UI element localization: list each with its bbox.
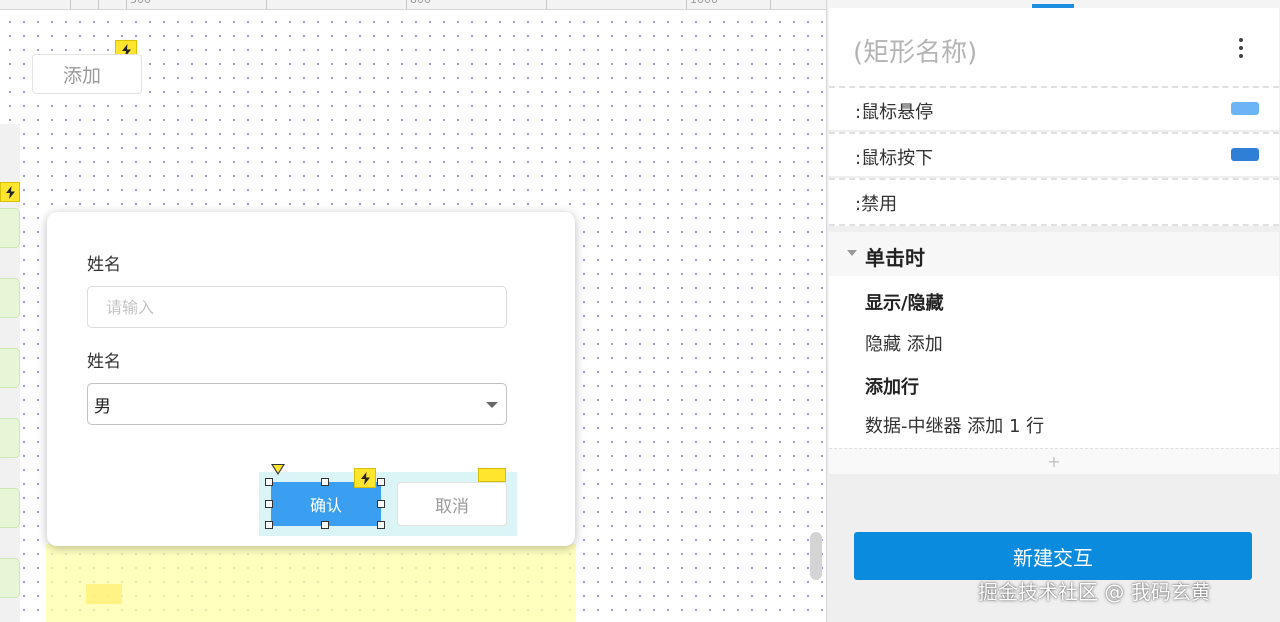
- plus-icon: +: [1047, 452, 1061, 471]
- more-options-icon[interactable]: [1239, 38, 1243, 62]
- repeater-row[interactable]: [0, 348, 20, 388]
- event-section: 单击时 显示/隐藏 隐藏 添加 添加行 数据-中继器 添加 1 行: [829, 232, 1279, 448]
- widget-name-row[interactable]: (矩形名称): [829, 8, 1279, 86]
- resize-handle[interactable]: [377, 521, 385, 529]
- resize-handle[interactable]: [265, 521, 273, 529]
- gender-select[interactable]: 男: [87, 383, 507, 425]
- name-label: 姓名: [87, 255, 121, 275]
- state-disabled[interactable]: :禁用: [829, 178, 1279, 226]
- design-canvas[interactable]: 300 800 1000 添加 姓名 姓名 男 确认 取消: [0, 0, 826, 622]
- resize-handle[interactable]: [321, 478, 329, 486]
- gender-label: 姓名: [87, 352, 121, 372]
- state-label: :鼠标按下: [855, 148, 934, 169]
- resize-handle[interactable]: [265, 500, 273, 508]
- state-pressed[interactable]: :鼠标按下: [829, 132, 1279, 176]
- collapse-triangle-icon[interactable]: [847, 250, 857, 256]
- panel-tabs[interactable]: [827, 0, 1280, 8]
- rotation-anchor-icon[interactable]: [271, 464, 285, 475]
- canvas-scrollbar[interactable]: [810, 532, 822, 580]
- ruler-label: 300: [130, 0, 151, 6]
- gender-select-value: 男: [94, 396, 111, 417]
- cancel-button[interactable]: 取消: [397, 482, 507, 526]
- form-dialog: 姓名 姓名 男 确认 取消: [47, 212, 575, 546]
- lightning-icon[interactable]: [0, 182, 20, 202]
- ruler-label: 1000: [690, 0, 718, 6]
- chevron-down-icon: [486, 402, 498, 408]
- widget-name[interactable]: (矩形名称): [853, 32, 977, 69]
- action-title[interactable]: 显示/隐藏: [865, 289, 944, 315]
- resize-handle[interactable]: [321, 521, 329, 529]
- state-label: :鼠标悬停: [855, 102, 934, 123]
- repeater-row[interactable]: [0, 558, 20, 598]
- resize-handle[interactable]: [377, 478, 385, 486]
- ruler-label: 800: [410, 0, 431, 6]
- confirm-button[interactable]: 确认: [271, 482, 381, 526]
- watermark: 掘金技术社区 @ 我码玄黄: [978, 580, 1211, 604]
- horizontal-ruler: 300 800 1000: [0, 0, 826, 10]
- event-title: 单击时: [865, 246, 925, 270]
- repeater-row[interactable]: [0, 418, 20, 458]
- repeater-row[interactable]: [0, 488, 20, 528]
- new-interaction-button[interactable]: 新建交互: [854, 532, 1252, 580]
- repeater-row[interactable]: [0, 278, 20, 318]
- action-title[interactable]: 添加行: [865, 373, 919, 399]
- state-color-swatch[interactable]: [1231, 102, 1259, 115]
- name-input-box[interactable]: [87, 286, 507, 328]
- interaction-panel: (矩形名称) :鼠标悬停 :鼠标按下 :禁用 单击时 显示/隐藏 隐藏 添加 添…: [826, 0, 1280, 622]
- resize-handle[interactable]: [265, 478, 273, 486]
- action-detail[interactable]: 数据-中继器 添加 1 行: [865, 412, 1044, 438]
- repeater-row[interactable]: [0, 208, 20, 248]
- hidden-panel-area[interactable]: [46, 544, 576, 622]
- event-header[interactable]: 单击时: [829, 232, 1279, 276]
- state-hover[interactable]: :鼠标悬停: [829, 86, 1279, 130]
- name-input[interactable]: [104, 296, 488, 318]
- add-action-button[interactable]: +: [829, 448, 1279, 474]
- add-button[interactable]: 添加: [32, 54, 142, 94]
- action-detail[interactable]: 隐藏 添加: [865, 330, 943, 356]
- resize-handle[interactable]: [377, 500, 385, 508]
- lightning-icon[interactable]: [354, 468, 376, 488]
- state-color-swatch[interactable]: [1231, 148, 1259, 161]
- state-label: :禁用: [855, 194, 898, 215]
- lightning-icon[interactable]: [478, 468, 506, 482]
